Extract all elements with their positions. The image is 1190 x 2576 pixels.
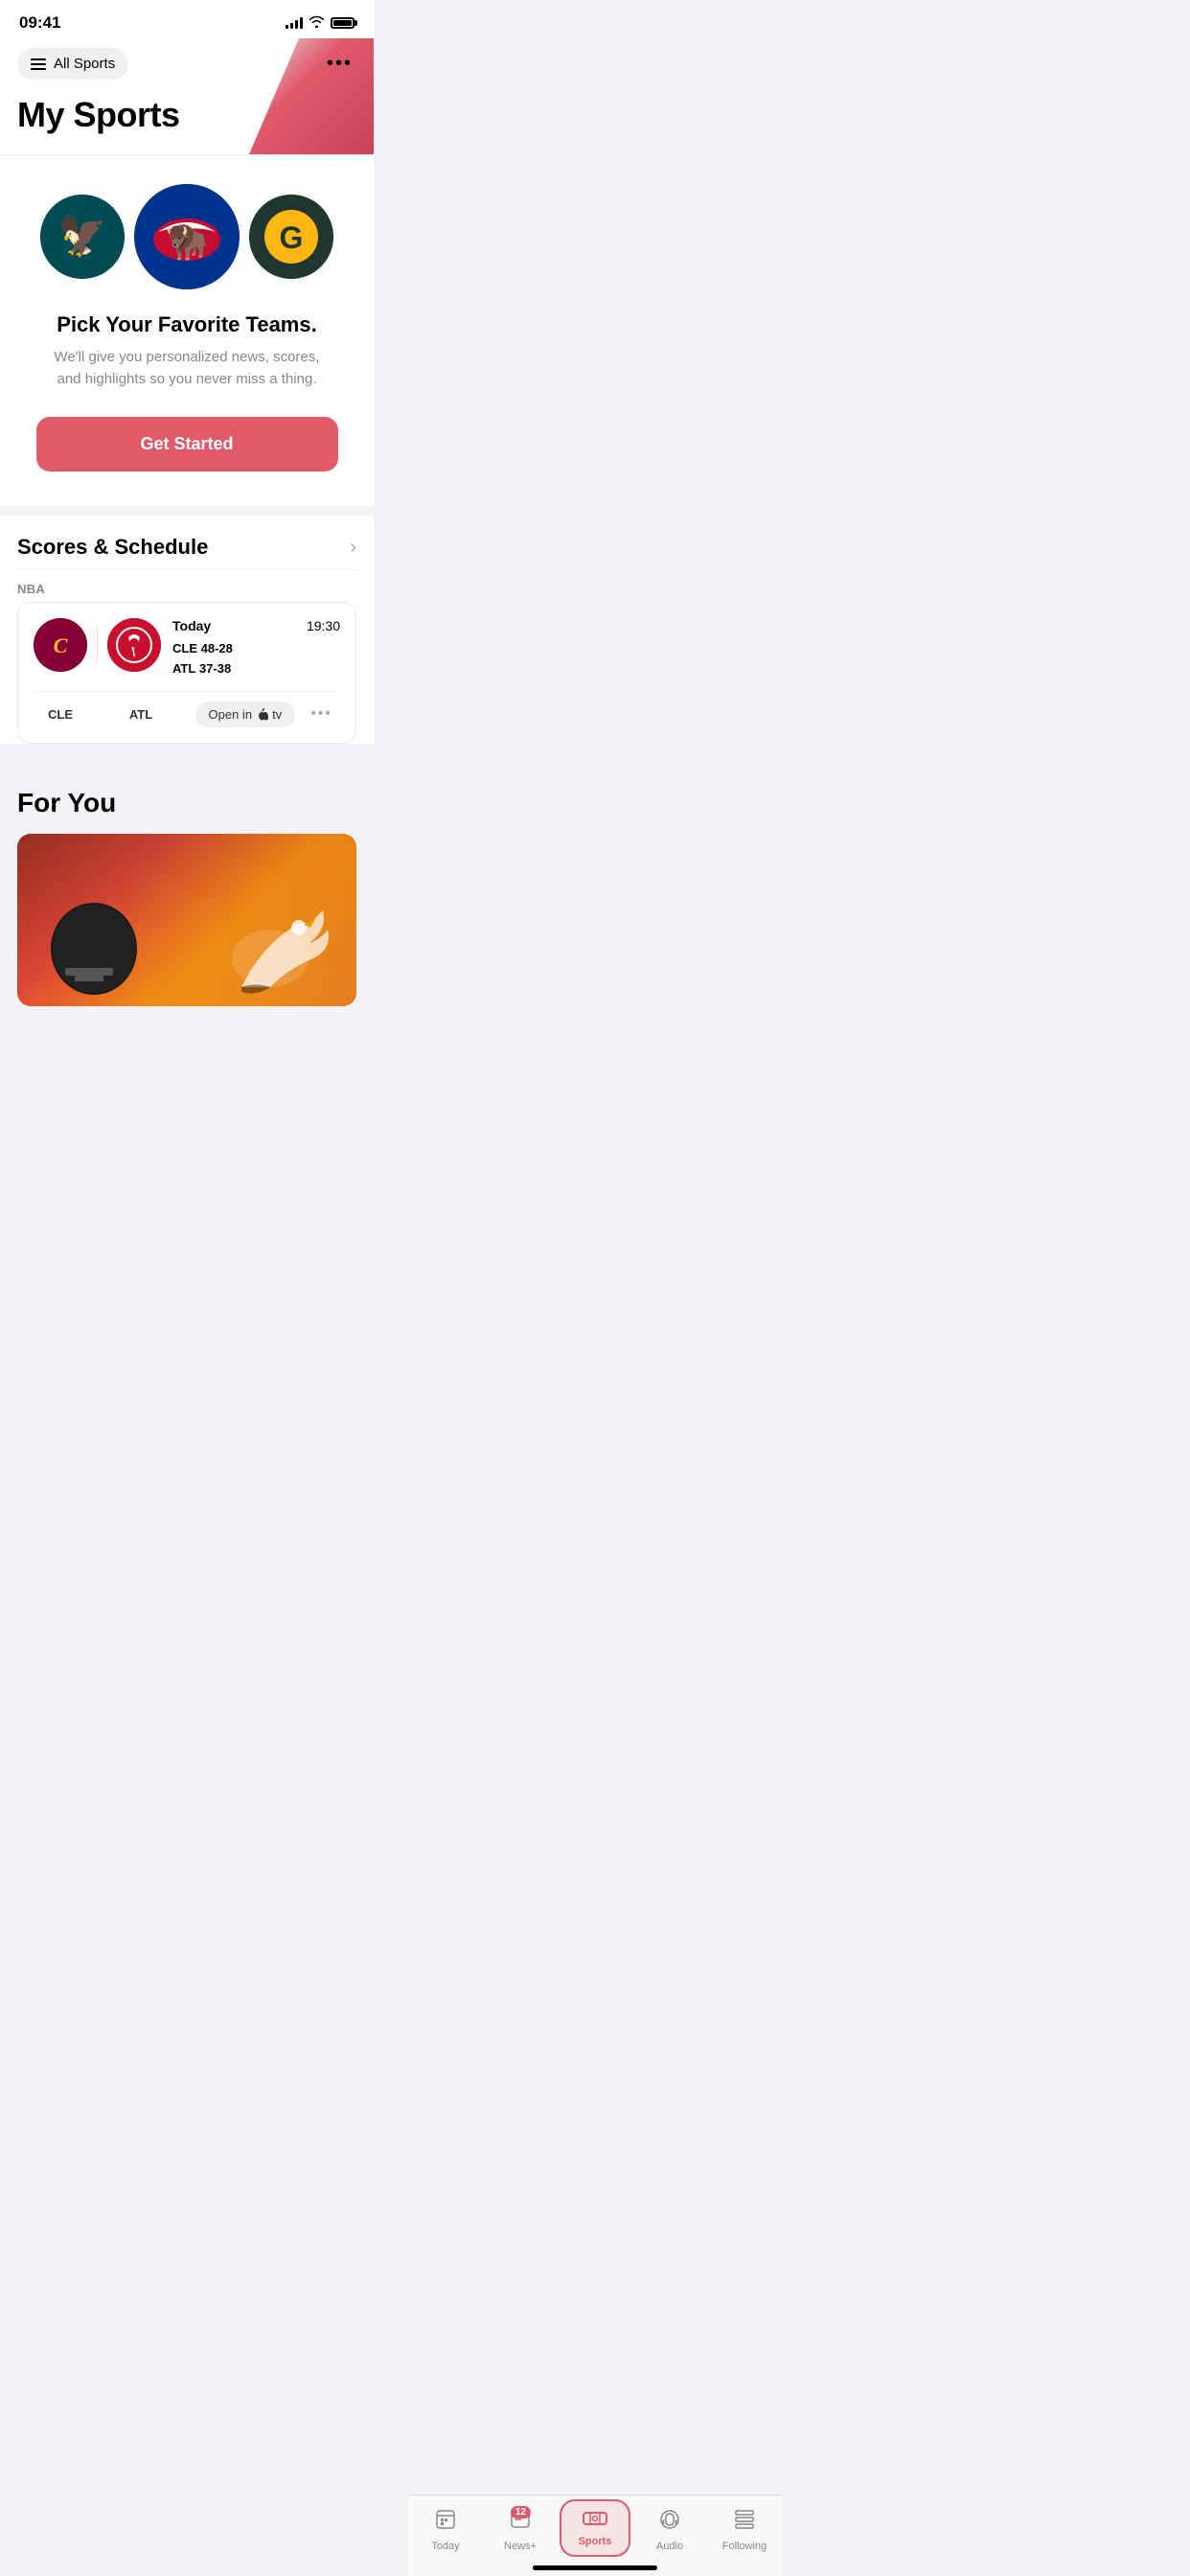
game-info: Today 19:30 CLE 48-28 ATL 37-38	[172, 618, 340, 679]
status-icons	[286, 15, 355, 31]
svg-text:G: G	[280, 220, 304, 255]
bills-circle[interactable]: 🦬	[134, 184, 240, 289]
tab-sports[interactable]: Sports	[558, 2503, 632, 2557]
get-started-button[interactable]: Get Started	[36, 417, 338, 472]
eagles-logo: 🦅	[40, 195, 125, 279]
hamburger-icon	[31, 58, 46, 70]
svg-text:🦅: 🦅	[57, 211, 107, 259]
packers-circle[interactable]: G	[249, 195, 333, 279]
audio-icon	[658, 2508, 681, 2537]
team2-abbr: ATL	[172, 661, 195, 676]
teams-section: 🦅 🦬 G Pick Your Favorite Teams. We'll gi…	[0, 154, 374, 506]
tab-newsplus[interactable]: 12 News+	[483, 2508, 558, 2552]
team1-record: CLE 48-28	[172, 639, 340, 659]
tab-today-label: Today	[431, 2541, 459, 2552]
tab-audio-label: Audio	[656, 2541, 683, 2552]
game-time-row: Today 19:30	[172, 618, 340, 633]
team1-name-footer: CLE	[34, 707, 87, 722]
footer-right: Open in tv •••	[195, 702, 340, 727]
appletv-label: tv	[272, 707, 282, 722]
section-divider	[0, 506, 374, 516]
game-card-footer: CLE ATL Open in tv •••	[34, 691, 340, 727]
svg-text:🦬: 🦬	[166, 222, 209, 261]
tab-newsplus-label: News+	[504, 2541, 537, 2552]
bills-logo: 🦬	[134, 184, 240, 289]
game-more-dots-icon: •••	[310, 705, 332, 722]
status-bar: 09:41	[0, 0, 374, 38]
team-divider	[97, 626, 98, 664]
game-more-button[interactable]: •••	[303, 702, 340, 726]
following-icon	[733, 2508, 756, 2537]
page-title-container: My Sports	[0, 91, 374, 135]
header: All Sports ••• My Sports	[0, 38, 374, 154]
all-sports-button[interactable]: All Sports	[17, 48, 128, 80]
tab-bar-spacer	[0, 1016, 374, 1112]
team1-abbr: CLE	[172, 641, 197, 656]
pick-teams-subtitle: We'll give you personalized news, scores…	[43, 347, 331, 390]
sports-active-bg: Sports	[560, 2499, 631, 2557]
cavaliers-logo: C	[34, 618, 87, 672]
cardinals-bird-icon	[146, 853, 337, 1006]
header-top: All Sports •••	[0, 38, 374, 91]
tab-following-label: Following	[722, 2541, 767, 2552]
status-time: 09:41	[19, 13, 60, 33]
eagles-circle[interactable]: 🦅	[40, 195, 125, 279]
tab-sports-label: Sports	[579, 2536, 612, 2547]
svg-text:C: C	[54, 633, 68, 657]
tab-audio[interactable]: Audio	[632, 2508, 707, 2552]
tab-following[interactable]: Following	[707, 2508, 782, 2552]
team1-record-val: 48-28	[201, 641, 233, 656]
team2-record-val: 37-38	[199, 661, 231, 676]
team-circles: 🦅 🦬 G	[40, 184, 333, 289]
teams-col: C	[34, 618, 161, 672]
game-time: 19:30	[307, 618, 340, 633]
team2-name-footer: ATL	[114, 707, 168, 722]
scores-section: Scores & Schedule › NBA C	[0, 516, 374, 744]
for-you-section: For You	[0, 769, 374, 1016]
scores-chevron-icon[interactable]: ›	[350, 537, 356, 559]
more-dots-icon: •••	[327, 53, 353, 74]
section-divider-2	[0, 759, 374, 769]
team2-record: ATL 37-38	[172, 659, 340, 679]
open-in-label: Open in	[209, 707, 253, 722]
for-you-title: For You	[17, 788, 356, 818]
today-icon	[434, 2508, 457, 2537]
league-label: NBA	[17, 570, 356, 602]
home-indicator	[533, 2565, 657, 2570]
all-sports-label: All Sports	[54, 56, 115, 72]
hawks-logo	[107, 618, 161, 672]
tab-today[interactable]: Today	[408, 2508, 483, 2552]
helmet-icon	[36, 872, 151, 1006]
page-title: My Sports	[17, 95, 356, 135]
game-card: C Today 19:30	[17, 602, 356, 744]
signal-icon	[286, 17, 303, 29]
news-image-preview[interactable]	[17, 834, 356, 1006]
newsplus-badge: 12	[511, 2506, 531, 2518]
game-date: Today	[172, 618, 211, 633]
wifi-icon	[309, 15, 325, 31]
battery-icon	[331, 17, 355, 29]
pick-teams-title: Pick Your Favorite Teams.	[57, 312, 316, 337]
scores-title: Scores & Schedule	[17, 535, 208, 560]
tab-bar: Today 12 News+ Sports	[408, 2495, 782, 2576]
sports-icon	[583, 2509, 607, 2534]
more-options-button[interactable]: •••	[323, 49, 356, 79]
scores-header: Scores & Schedule ›	[17, 516, 356, 570]
open-in-apple-tv-button[interactable]: Open in tv	[195, 702, 296, 727]
apple-logo-icon	[256, 708, 268, 721]
packers-logo: G	[249, 195, 333, 279]
game-card-inner: C Today 19:30	[34, 618, 340, 679]
team-names-row: CLE ATL	[34, 707, 168, 722]
